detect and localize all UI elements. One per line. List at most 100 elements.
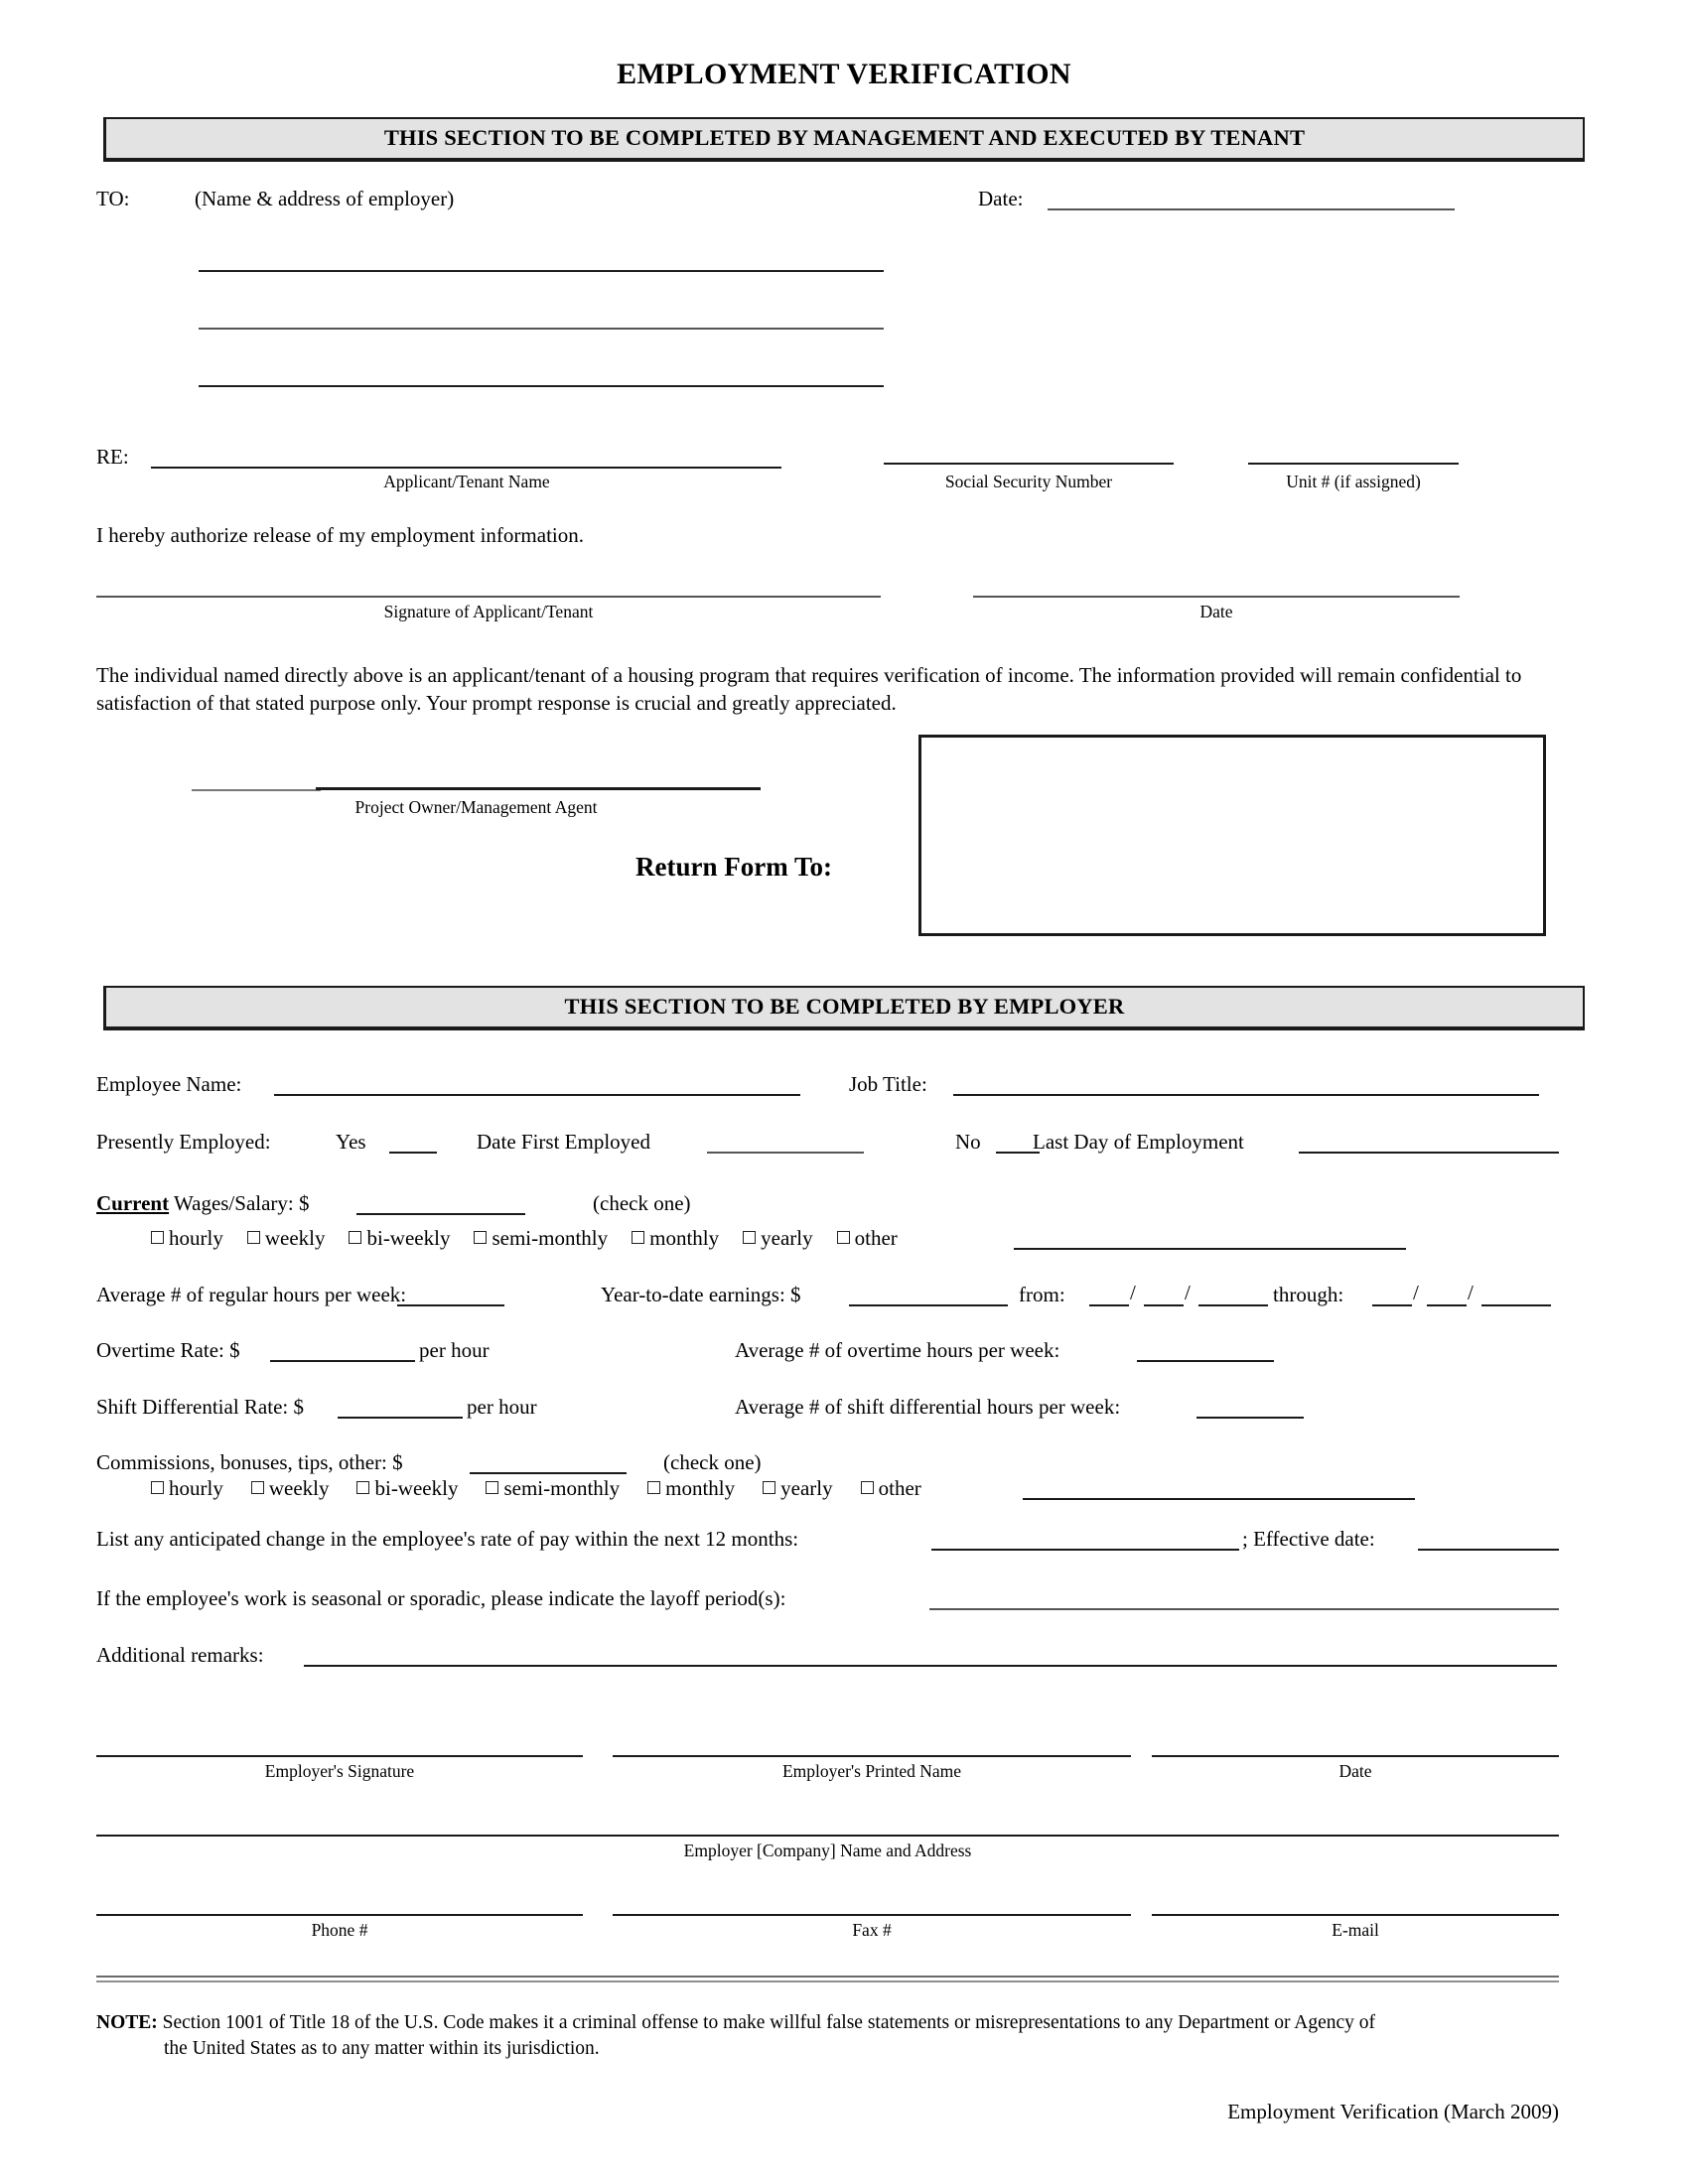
- commissions-frequency-checkbox-row: hourly weekly bi-weekly semi-monthly monthly…: [151, 1476, 949, 1501]
- through-month-line[interactable]: [1372, 1304, 1412, 1306]
- from-month-line[interactable]: [1089, 1304, 1129, 1306]
- from-day-line[interactable]: [1144, 1304, 1184, 1306]
- through-label: through:: [1273, 1283, 1344, 1306]
- checkbox-other-wages[interactable]: other: [836, 1226, 898, 1251]
- shift-differential-rate-label: Shift Differential Rate: $: [96, 1395, 304, 1419]
- applicant-signature-line[interactable]: [96, 596, 881, 598]
- applicant-signature-date-line[interactable]: [973, 596, 1460, 598]
- checkbox-other-commissions[interactable]: other: [860, 1476, 921, 1501]
- employer-company-line[interactable]: [96, 1835, 1559, 1837]
- checkbox-icon[interactable]: [151, 1231, 164, 1244]
- checkbox-icon[interactable]: [356, 1481, 370, 1494]
- legal-note: NOTE: Section 1001 of Title 18 of the U.…: [96, 2010, 1556, 2062]
- employer-phone-line[interactable]: [96, 1914, 583, 1916]
- checkbox-label: hourly: [169, 1226, 223, 1250]
- employer-printed-name-line[interactable]: [613, 1755, 1131, 1757]
- caption-employer-company: Employer [Company] Name and Address: [683, 1841, 972, 1860]
- checkbox-icon[interactable]: [486, 1481, 499, 1494]
- seasonal-layoff-input-line[interactable]: [929, 1608, 1559, 1610]
- other-wages-input-line[interactable]: [1014, 1248, 1406, 1250]
- overtime-rate-input-line[interactable]: [270, 1360, 415, 1362]
- caption-employer-printed-name: Employer's Printed Name: [781, 1761, 962, 1781]
- checkbox-icon[interactable]: [836, 1231, 850, 1244]
- employer-signature-line[interactable]: [96, 1755, 583, 1757]
- return-address-box[interactable]: [918, 735, 1546, 936]
- last-day-of-employment-input-line[interactable]: [1299, 1152, 1559, 1154]
- checkbox-icon[interactable]: [647, 1481, 661, 1494]
- unit-number-input-line[interactable]: [1248, 463, 1459, 465]
- employer-address-line-2[interactable]: [199, 328, 884, 330]
- other-commissions-input-line[interactable]: [1023, 1498, 1415, 1500]
- checkbox-hourly-wages[interactable]: hourly: [151, 1226, 223, 1251]
- yes-input-line[interactable]: [389, 1152, 437, 1154]
- effective-date-input-line[interactable]: [1418, 1549, 1559, 1551]
- date-first-employed-input-line[interactable]: [707, 1152, 864, 1154]
- from-year-line[interactable]: [1198, 1304, 1268, 1306]
- average-regular-hours-input-line[interactable]: [397, 1304, 504, 1306]
- checkbox-yearly-wages[interactable]: yearly: [743, 1226, 813, 1251]
- effective-date-label: ; Effective date:: [1242, 1527, 1375, 1551]
- applicant-name-input-line[interactable]: [151, 467, 781, 469]
- wages-frequency-checkbox-row: hourly weekly bi-weekly semi-monthly monthly…: [151, 1226, 921, 1251]
- shift-differential-rate-input-line[interactable]: [338, 1417, 463, 1419]
- date-input-line[interactable]: [1048, 208, 1455, 210]
- re-label: RE:: [96, 445, 129, 469]
- ytd-earnings-input-line[interactable]: [849, 1304, 1008, 1306]
- checkbox-icon[interactable]: [763, 1481, 776, 1494]
- checkbox-icon[interactable]: [632, 1231, 645, 1244]
- checkbox-hourly-commissions[interactable]: hourly: [151, 1476, 223, 1501]
- checkbox-icon[interactable]: [743, 1231, 757, 1244]
- employer-address-line-1[interactable]: [199, 270, 884, 272]
- caption-ssn: Social Security Number: [944, 472, 1113, 491]
- checkbox-semimonthly-commissions[interactable]: semi-monthly: [486, 1476, 620, 1501]
- checkbox-icon[interactable]: [860, 1481, 874, 1494]
- shift-differential-per-hour-label: per hour: [467, 1395, 537, 1419]
- checkbox-biweekly-wages[interactable]: bi-weekly: [349, 1226, 450, 1251]
- average-shift-differential-hours-input-line[interactable]: [1196, 1417, 1304, 1419]
- date-label: Date:: [978, 187, 1024, 210]
- checkbox-label: yearly: [761, 1226, 813, 1250]
- page-title: EMPLOYMENT VERIFICATION: [617, 58, 1071, 90]
- checkbox-icon[interactable]: [151, 1481, 164, 1494]
- current-wages-input-line[interactable]: [356, 1213, 525, 1215]
- ssn-input-line[interactable]: [884, 463, 1174, 465]
- checkbox-icon[interactable]: [349, 1231, 362, 1244]
- checkbox-monthly-commissions[interactable]: monthly: [647, 1476, 735, 1501]
- through-slash-2: /: [1468, 1281, 1474, 1304]
- section-banner-management: THIS SECTION TO BE COMPLETED BY MANAGEME…: [103, 117, 1585, 162]
- employer-fax-line[interactable]: [613, 1914, 1131, 1916]
- checkbox-biweekly-commissions[interactable]: bi-weekly: [356, 1476, 458, 1501]
- commissions-input-line[interactable]: [470, 1472, 627, 1474]
- note-line-1: Section 1001 of Title 18 of the U.S. Cod…: [162, 2012, 1376, 2033]
- checkbox-weekly-wages[interactable]: weekly: [246, 1226, 325, 1251]
- checkbox-monthly-wages[interactable]: monthly: [632, 1226, 719, 1251]
- average-overtime-hours-input-line[interactable]: [1137, 1360, 1274, 1362]
- caption-fax: Fax #: [852, 1920, 892, 1940]
- through-year-line[interactable]: [1481, 1304, 1551, 1306]
- employer-address-line-3[interactable]: [199, 385, 884, 387]
- owner-signature-line[interactable]: [316, 787, 761, 790]
- employer-email-line[interactable]: [1152, 1914, 1559, 1916]
- through-day-line[interactable]: [1427, 1304, 1467, 1306]
- checkbox-icon[interactable]: [246, 1231, 260, 1244]
- job-title-input-line[interactable]: [953, 1094, 1539, 1096]
- anticipated-change-input-line[interactable]: [931, 1549, 1239, 1551]
- caption-project-owner: Project Owner/Management Agent: [354, 797, 598, 817]
- overtime-per-hour-label: per hour: [419, 1338, 490, 1362]
- additional-remarks-input-line[interactable]: [304, 1665, 1557, 1667]
- employee-name-input-line[interactable]: [274, 1094, 800, 1096]
- checkbox-yearly-commissions[interactable]: yearly: [763, 1476, 833, 1501]
- yes-label: Yes: [336, 1130, 366, 1154]
- employer-date-line[interactable]: [1152, 1755, 1559, 1757]
- wages-salary-label: Wages/Salary: $: [169, 1191, 310, 1215]
- caption-applicant-signature: Signature of Applicant/Tenant: [383, 602, 594, 621]
- presently-employed-label: Presently Employed:: [96, 1130, 271, 1154]
- anticipated-change-label: List any anticipated change in the emplo…: [96, 1527, 799, 1551]
- checkbox-label: monthly: [649, 1226, 720, 1250]
- checkbox-weekly-commissions[interactable]: weekly: [250, 1476, 329, 1501]
- checkbox-semimonthly-wages[interactable]: semi-monthly: [474, 1226, 608, 1251]
- checkbox-icon[interactable]: [474, 1231, 488, 1244]
- owner-signature-line-left[interactable]: [192, 789, 321, 791]
- authorization-statement: I hereby authorize release of my employm…: [96, 523, 584, 547]
- checkbox-icon[interactable]: [250, 1481, 264, 1494]
